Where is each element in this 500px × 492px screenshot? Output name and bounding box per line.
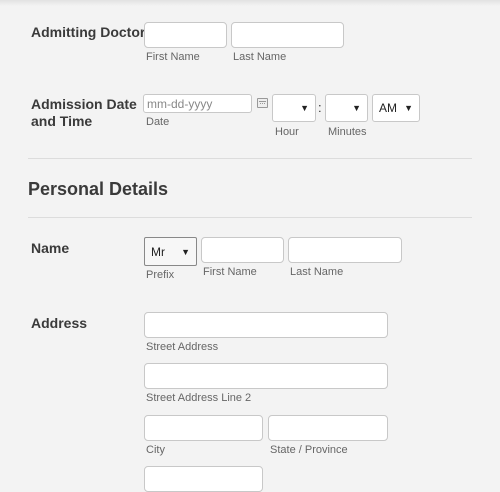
chevron-down-icon: ▼ xyxy=(352,103,361,113)
admission-date-label: Admission Date and Time xyxy=(31,96,137,130)
date-sublabel: Date xyxy=(146,116,170,128)
last-name-sublabel: Last Name xyxy=(290,266,344,278)
doctor-last-name-sublabel: Last Name xyxy=(233,51,287,63)
ampm-select[interactable]: AM ▼ xyxy=(372,94,420,122)
street-address-sublabel: Street Address xyxy=(146,341,219,353)
street-address-line2-sublabel: Street Address Line 2 xyxy=(146,392,252,404)
city-input[interactable] xyxy=(144,415,263,441)
doctor-first-name-sublabel: First Name xyxy=(146,51,200,63)
minutes-select[interactable]: ▼ xyxy=(325,94,368,122)
last-name-input[interactable] xyxy=(288,237,402,263)
hour-sublabel: Hour xyxy=(275,126,299,138)
address-label: Address xyxy=(31,315,88,331)
minutes-sublabel: Minutes xyxy=(328,126,367,138)
personal-details-heading: Personal Details xyxy=(28,179,169,199)
street-address-line2-input[interactable] xyxy=(144,363,388,389)
admitting-doctor-label: Admitting Doctor xyxy=(31,24,146,40)
postal-code-input[interactable] xyxy=(144,466,263,492)
city-sublabel: City xyxy=(146,444,165,456)
first-name-input[interactable] xyxy=(201,237,284,263)
chevron-down-icon: ▼ xyxy=(181,246,190,257)
state-province-input[interactable] xyxy=(268,415,388,441)
prefix-value: Mr xyxy=(151,244,165,259)
admission-date-label-line1: Admission Date xyxy=(31,96,137,112)
doctor-last-name-input[interactable] xyxy=(231,22,344,48)
doctor-first-name-input[interactable] xyxy=(144,22,227,48)
state-province-sublabel: State / Province xyxy=(270,444,348,456)
admission-date-label-line2: and Time xyxy=(31,113,93,129)
hour-select[interactable]: ▼ xyxy=(272,94,316,122)
top-shadow xyxy=(0,0,500,6)
prefix-sublabel: Prefix xyxy=(146,269,175,281)
name-label: Name xyxy=(31,240,70,256)
admission-date-input[interactable] xyxy=(143,94,252,113)
first-name-sublabel: First Name xyxy=(203,266,257,278)
time-colon: : xyxy=(318,100,322,115)
prefix-select[interactable]: Mr ▼ xyxy=(144,237,197,266)
calendar-icon[interactable] xyxy=(257,98,268,108)
chevron-down-icon: ▼ xyxy=(404,103,413,113)
divider xyxy=(28,217,472,218)
chevron-down-icon: ▼ xyxy=(300,103,309,113)
street-address-input[interactable] xyxy=(144,312,388,338)
divider xyxy=(28,158,472,159)
ampm-value: AM xyxy=(379,101,397,115)
